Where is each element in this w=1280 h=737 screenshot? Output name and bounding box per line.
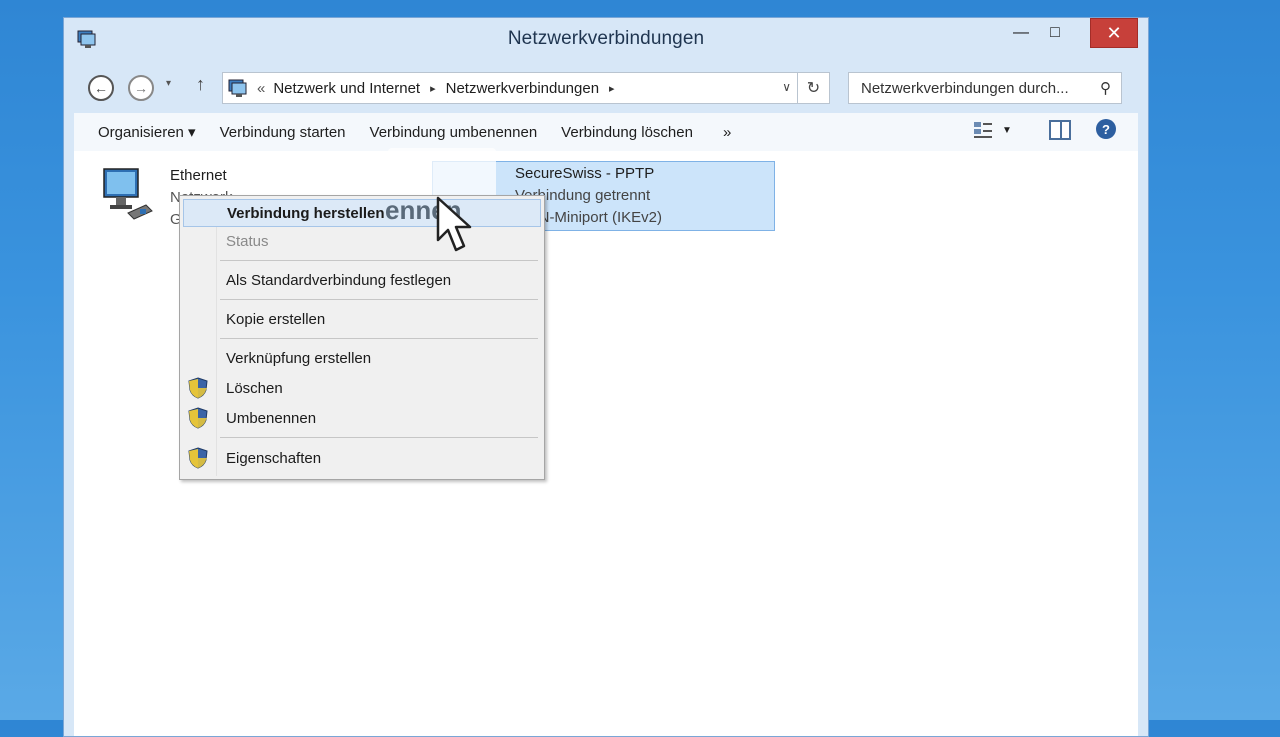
menu-item-label: Status xyxy=(226,232,269,250)
uac-shield-icon xyxy=(188,447,208,469)
help-icon: ? xyxy=(1096,119,1116,139)
title-bar[interactable]: Netzwerkverbindungen — □ ✕ xyxy=(64,18,1148,62)
preview-pane-icon xyxy=(1049,120,1071,140)
command-bar: Organisieren ▾ Verbindung starten Verbin… xyxy=(74,113,1138,151)
mouse-pointer-icon xyxy=(436,196,472,252)
change-view-button[interactable]: ▼ xyxy=(972,119,1012,141)
menu-item-label: Umbenennen xyxy=(226,409,317,427)
menu-item-label: Verknüpfung erstellen xyxy=(226,349,372,367)
delete-connection-button[interactable]: Verbindung löschen xyxy=(561,124,693,141)
address-history-dropdown-icon[interactable]: ∨ xyxy=(782,80,791,94)
menu-item-set-default[interactable]: Als Standardverbindung festlegen xyxy=(183,266,541,294)
breadcrumb-separator-icon[interactable]: ▸ xyxy=(430,82,436,95)
vpn-name: SecureSwiss - PPTP xyxy=(515,165,655,182)
help-button[interactable]: ? xyxy=(1096,119,1116,139)
menu-item-label: Kopie erstellen xyxy=(226,310,326,328)
address-bar-row: ← → ▾ ↑ « Netzwerk und Internet ▸ Netzwe… xyxy=(74,62,1138,118)
menu-item-connect[interactable]: Verbindung herstellen xyxy=(183,199,541,227)
up-button[interactable]: ↑ xyxy=(196,74,205,95)
menu-separator xyxy=(220,299,538,300)
menu-item-label: Löschen xyxy=(226,379,283,397)
menu-item-status[interactable]: Status xyxy=(183,227,541,255)
context-menu: Verbindung herstellen Status Als Standar… xyxy=(179,195,545,480)
breadcrumb-separator-icon[interactable]: ▸ xyxy=(609,82,615,95)
ethernet-adapter-icon xyxy=(103,168,153,220)
window-title: Netzwerkverbindungen xyxy=(507,28,705,49)
menu-item-rename[interactable]: Umbenennen xyxy=(183,404,541,432)
menu-separator xyxy=(220,338,538,339)
menu-item-copy[interactable]: Kopie erstellen xyxy=(183,305,541,333)
menu-item-label: Als Standardverbindung festlegen xyxy=(226,271,452,289)
breadcrumb-network-internet[interactable]: Netzwerk und Internet xyxy=(273,80,420,97)
search-icon[interactable]: ⚲ xyxy=(1100,79,1111,97)
menu-separator xyxy=(220,437,538,438)
view-options-icon xyxy=(974,122,992,138)
menu-item-delete[interactable]: Löschen xyxy=(183,374,541,402)
breadcrumb-network-connections[interactable]: Netzwerkverbindungen xyxy=(446,80,599,97)
uac-shield-icon xyxy=(188,407,208,429)
recent-locations-dropdown[interactable]: ▾ xyxy=(166,78,171,89)
uac-shield-icon xyxy=(188,377,208,399)
minimize-button[interactable]: — xyxy=(1004,18,1038,48)
menu-item-properties[interactable]: Eigenschaften xyxy=(183,444,541,472)
organize-menu[interactable]: Organisieren ▾ xyxy=(98,123,196,141)
maximize-button[interactable]: □ xyxy=(1038,18,1072,48)
back-button[interactable]: ← xyxy=(88,75,114,101)
menu-item-create-shortcut[interactable]: Verknüpfung erstellen xyxy=(183,344,541,372)
menu-item-label: Eigenschaften xyxy=(226,449,322,467)
address-overflow-chevron[interactable]: « xyxy=(257,80,265,97)
refresh-button[interactable]: ↻ xyxy=(798,72,830,104)
close-button[interactable]: ✕ xyxy=(1090,18,1138,48)
forward-button[interactable]: → xyxy=(128,75,154,101)
start-connection-button[interactable]: Verbindung starten xyxy=(220,124,346,141)
rename-connection-button[interactable]: Verbindung umbenennen xyxy=(370,124,538,141)
search-placeholder: Netzwerkverbindungen durch... xyxy=(861,79,1069,97)
menu-separator xyxy=(220,260,538,261)
ethernet-name: Ethernet xyxy=(170,167,227,184)
menu-item-label: Verbindung herstellen xyxy=(227,204,385,222)
search-input[interactable]: Netzwerkverbindungen durch... ⚲ xyxy=(848,72,1122,104)
preview-pane-button[interactable] xyxy=(1048,119,1072,141)
address-field[interactable]: « Netzwerk und Internet ▸ Netzwerkverbin… xyxy=(222,72,798,104)
chevron-down-icon[interactable]: ▼ xyxy=(1002,125,1012,136)
control-panel-icon xyxy=(228,79,247,97)
more-commands-button[interactable]: » xyxy=(723,124,731,141)
